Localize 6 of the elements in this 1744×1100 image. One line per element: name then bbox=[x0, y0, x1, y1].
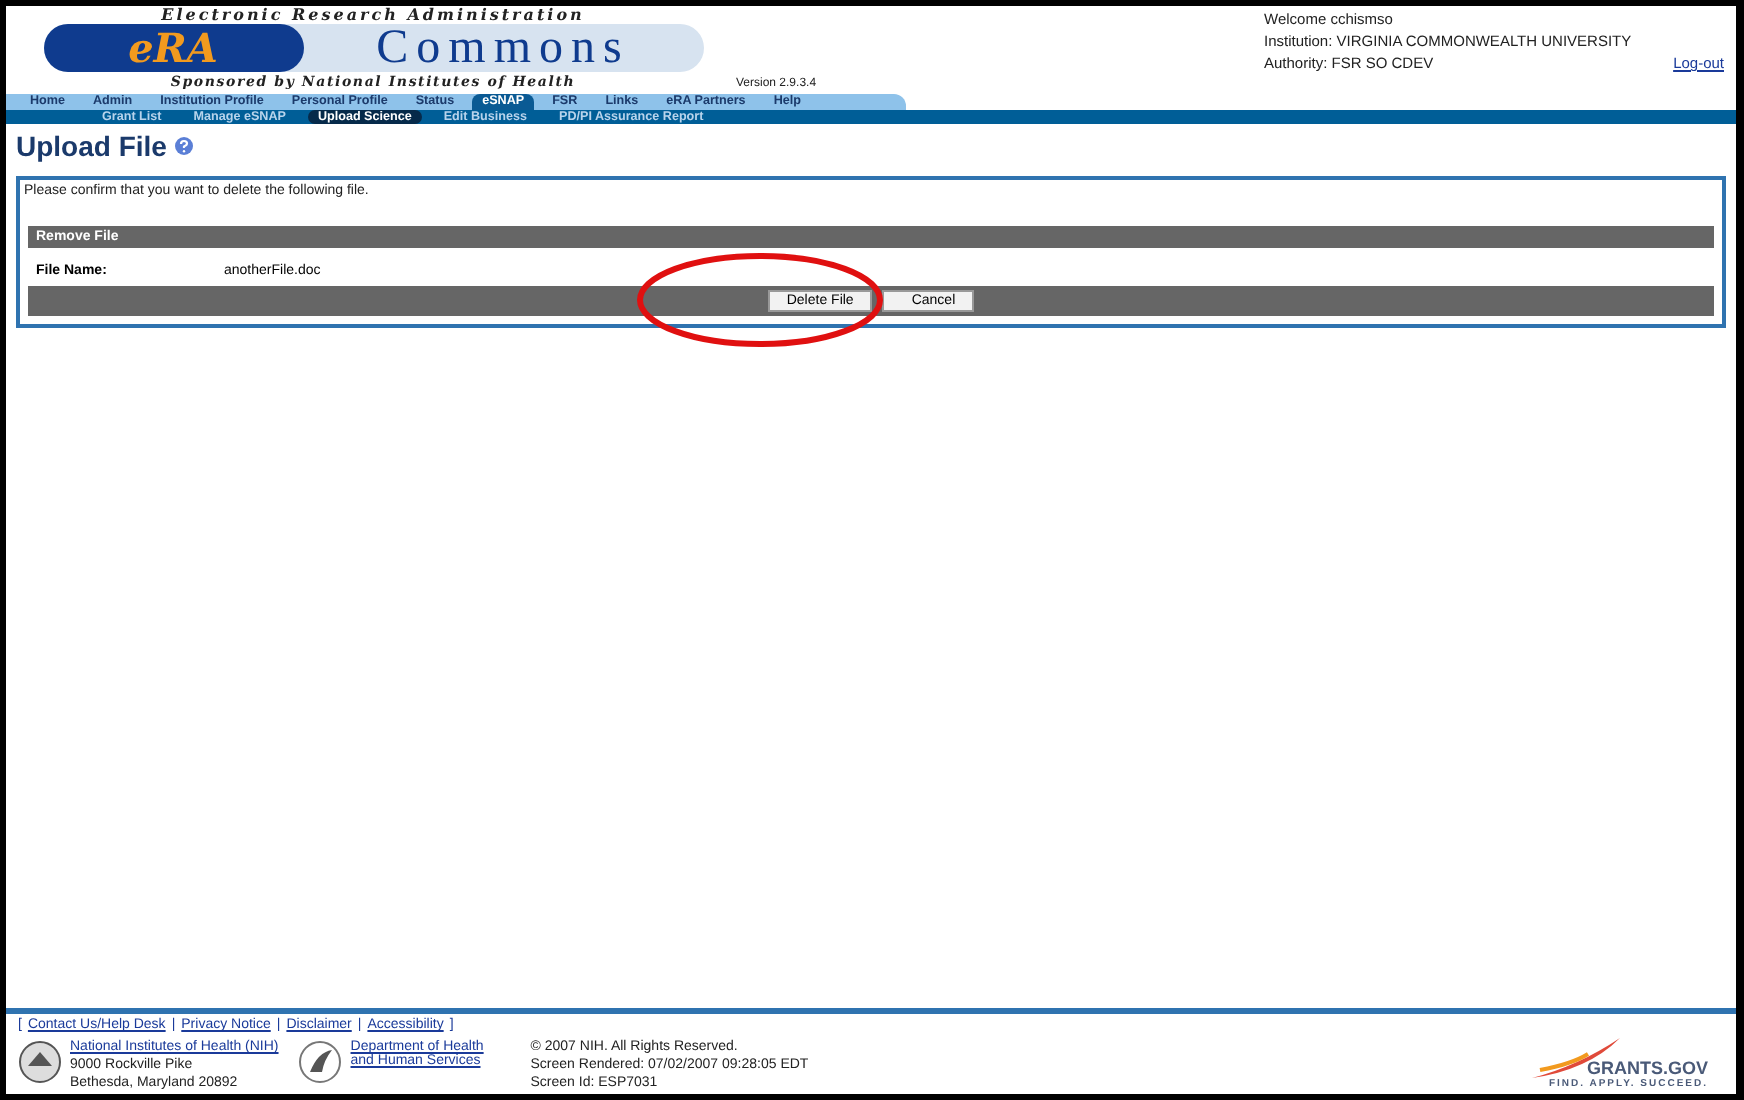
logo-commons: Commons bbox=[374, 24, 632, 72]
logo-era: eRA bbox=[43, 24, 303, 72]
page-title: Upload File bbox=[16, 130, 167, 162]
help-icon[interactable] bbox=[174, 136, 195, 156]
grants-gov-logo: GRANTS.GOV bbox=[1586, 1058, 1708, 1078]
logo-tagline: Electronic Research Administration bbox=[161, 6, 585, 24]
